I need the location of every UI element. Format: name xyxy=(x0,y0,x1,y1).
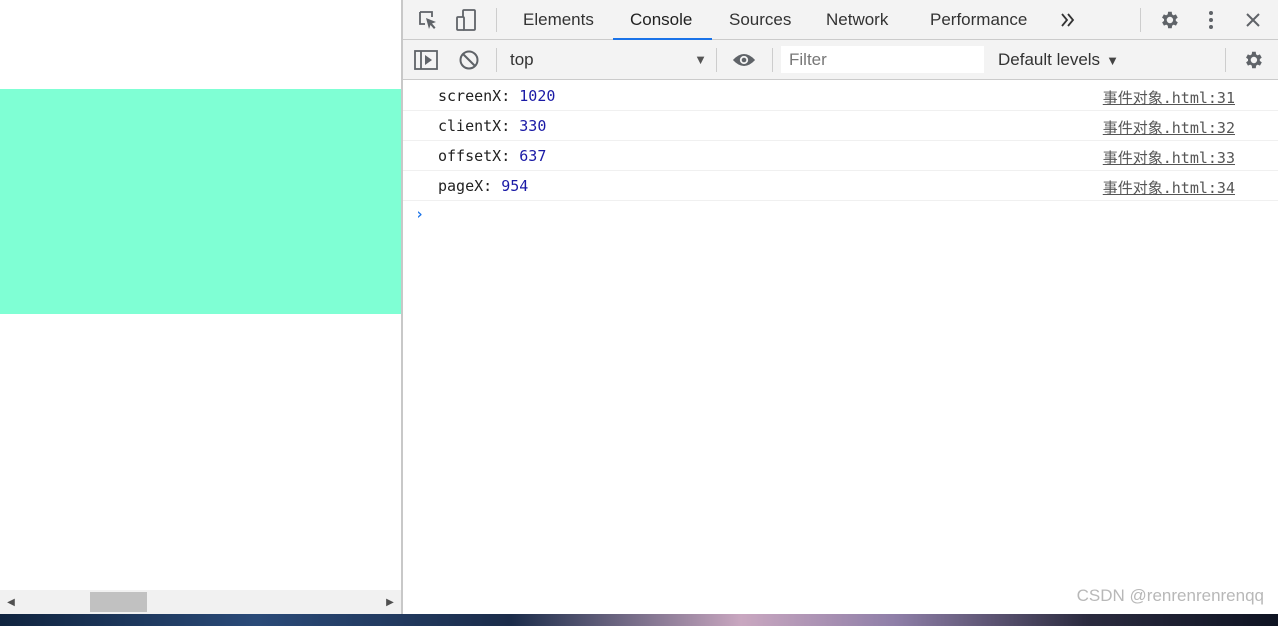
log-label: pageX: xyxy=(438,177,502,195)
page-viewport: ◀ ▶ xyxy=(0,0,401,614)
devtools-tabbar: Elements Console Sources Network Perform… xyxy=(403,0,1278,40)
log-label: screenX: xyxy=(438,87,520,105)
tab-sources[interactable]: Sources xyxy=(712,0,808,40)
tab-console[interactable]: Console xyxy=(613,0,712,40)
log-source-link[interactable]: 事件对象.html:31 xyxy=(1103,87,1235,108)
console-log-row: pageX: 954 事件对象.html:34 xyxy=(403,171,1278,201)
log-label: offsetX: xyxy=(438,147,520,165)
log-message: screenX: 1020 xyxy=(438,87,555,105)
log-message: pageX: 954 xyxy=(438,177,528,195)
toolbar-separator xyxy=(1140,8,1141,32)
context-selector-value: top xyxy=(510,50,534,69)
console-log-row: offsetX: 637 事件对象.html:33 xyxy=(403,141,1278,171)
more-tabs-icon[interactable] xyxy=(1056,8,1080,32)
settings-gear-icon[interactable] xyxy=(1157,8,1181,32)
toolbar-separator xyxy=(496,48,497,72)
show-sidebar-icon[interactable] xyxy=(414,48,438,72)
log-label: clientX: xyxy=(438,117,520,135)
tab-network[interactable]: Network xyxy=(809,0,905,40)
console-log-row: screenX: 1020 事件对象.html:31 xyxy=(403,81,1278,111)
console-settings-gear-icon[interactable] xyxy=(1241,48,1265,72)
console-prompt-icon[interactable]: › xyxy=(415,205,424,223)
clear-console-icon[interactable] xyxy=(457,48,481,72)
log-levels-label: Default levels xyxy=(998,50,1101,69)
filter-input[interactable] xyxy=(781,46,984,73)
log-source-link[interactable]: 事件对象.html:33 xyxy=(1103,147,1235,168)
console-output: screenX: 1020 事件对象.html:31 clientX: 330 … xyxy=(403,81,1278,614)
close-icon[interactable] xyxy=(1241,8,1265,32)
inspect-element-icon[interactable] xyxy=(416,8,440,32)
toolbar-separator xyxy=(716,48,717,72)
console-toolbar: top ▼ Default levels ▼ xyxy=(403,40,1278,80)
toolbar-separator xyxy=(772,48,773,72)
dropdown-arrow-icon: ▼ xyxy=(694,52,707,67)
context-selector[interactable]: top ▼ xyxy=(501,48,711,72)
desktop-background-strip xyxy=(0,614,1278,626)
horizontal-scrollbar[interactable]: ◀ ▶ xyxy=(0,590,401,614)
watermark: CSDN @renrenrenrenqq xyxy=(1076,586,1264,605)
kebab-menu-icon[interactable] xyxy=(1199,8,1223,32)
console-log-row: clientX: 330 事件对象.html:32 xyxy=(403,111,1278,141)
scroll-right-arrow-icon[interactable]: ▶ xyxy=(379,590,401,614)
log-source-link[interactable]: 事件对象.html:32 xyxy=(1103,117,1235,138)
toolbar-separator xyxy=(1225,48,1226,72)
log-value: 330 xyxy=(519,117,547,135)
scrollbar-thumb[interactable] xyxy=(90,592,147,612)
log-levels-dropdown[interactable]: Default levels ▼ xyxy=(998,48,1119,72)
live-expression-eye-icon[interactable] xyxy=(732,48,756,72)
scroll-left-arrow-icon[interactable]: ◀ xyxy=(0,590,22,614)
log-message: offsetX: 637 xyxy=(438,147,546,165)
tab-performance[interactable]: Performance xyxy=(913,0,1044,40)
device-toolbar-icon[interactable] xyxy=(455,8,479,32)
log-value: 637 xyxy=(519,147,547,165)
devtools-panel: Elements Console Sources Network Perform… xyxy=(403,0,1278,614)
log-value: 954 xyxy=(501,177,529,195)
log-source-link[interactable]: 事件对象.html:34 xyxy=(1103,177,1235,198)
toolbar-separator xyxy=(496,8,497,32)
log-value: 1020 xyxy=(519,87,556,105)
dropdown-arrow-icon: ▼ xyxy=(1106,53,1119,68)
tab-elements[interactable]: Elements xyxy=(506,0,611,40)
aquamarine-demo-box[interactable] xyxy=(0,89,401,314)
log-message: clientX: 330 xyxy=(438,117,546,135)
